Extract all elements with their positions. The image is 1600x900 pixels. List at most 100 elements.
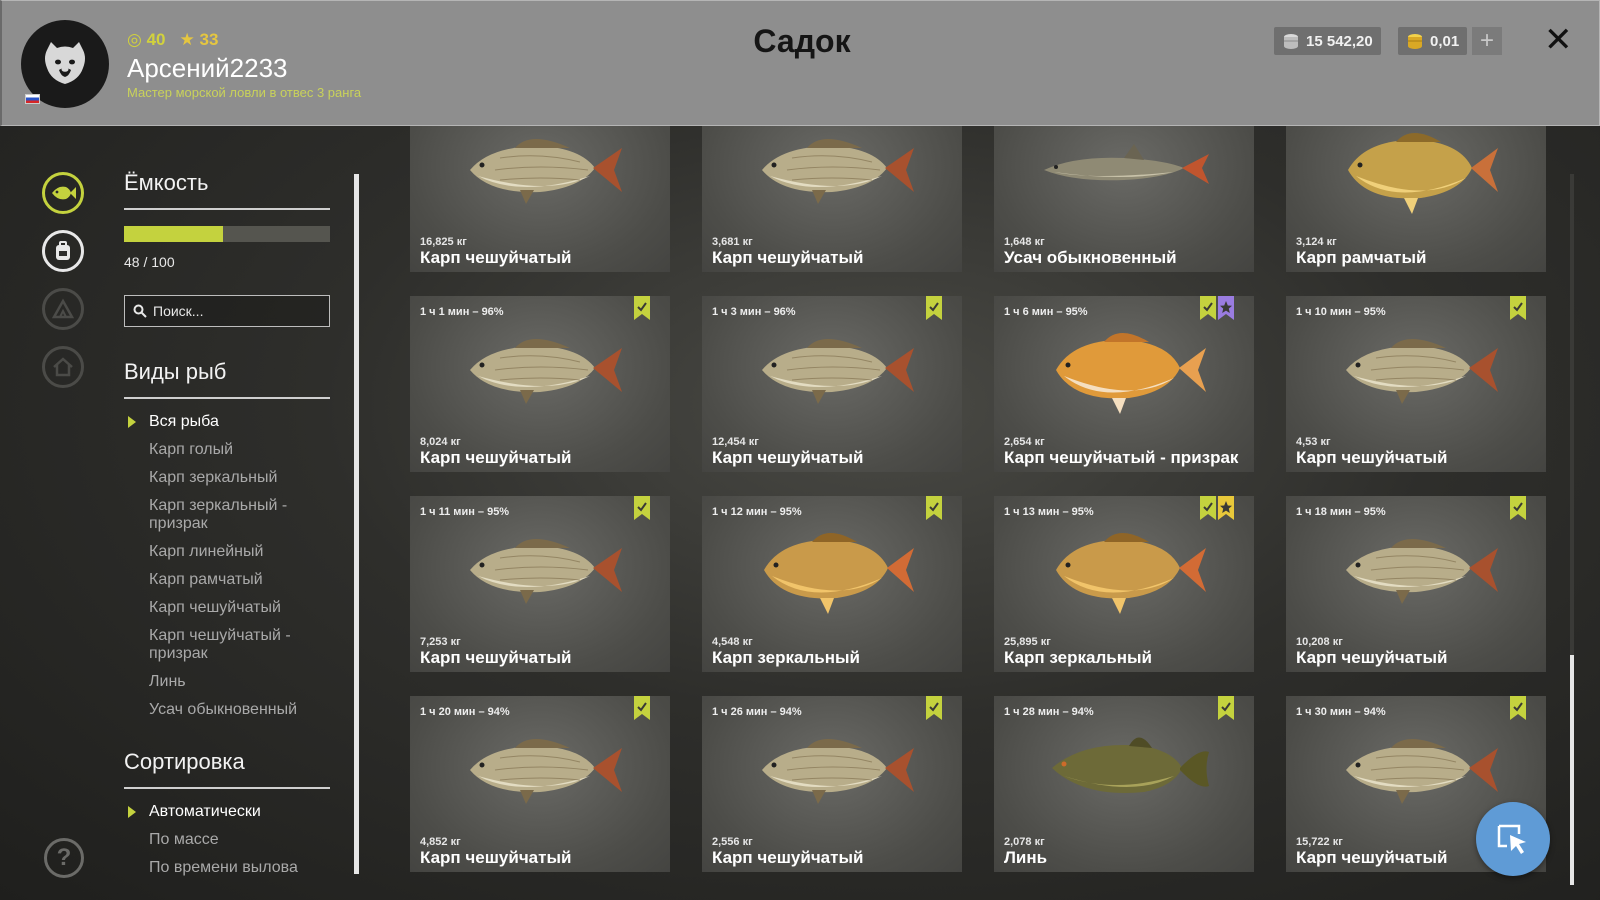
fish-card[interactable]: 3,124 кг Карп рамчатый xyxy=(1286,126,1546,272)
fish-card[interactable]: 3,681 кг Карп чешуйчатый xyxy=(702,126,962,272)
fish-weight: 12,454 кг xyxy=(712,436,759,448)
cursor-select-icon xyxy=(1497,824,1526,854)
fish-name: Карп чешуйчатый xyxy=(1296,848,1448,867)
species-item-label: Карп рамчатый xyxy=(149,571,263,588)
fish-name: Карп чешуйчатый xyxy=(712,248,864,267)
fish-card[interactable]: 1 ч 18 мин – 95% 10,208 кг Карп чешуйчаты… xyxy=(1286,496,1546,672)
catch-time: 1 ч 3 мин – 96% xyxy=(712,306,796,318)
species-item[interactable]: Карп зеркальный xyxy=(124,469,314,487)
frame-fish-icon xyxy=(1348,133,1498,214)
ghost-fish-icon xyxy=(1056,333,1206,414)
keepnet-tab[interactable] xyxy=(42,172,84,214)
fish-weight: 8,024 кг xyxy=(420,436,461,448)
fish-card[interactable]: 1 ч 6 мин – 95% 2,654 кг Карп чешуйчатый … xyxy=(994,296,1254,472)
green-bookmark-icon xyxy=(1510,296,1526,320)
fish-card[interactable]: 1 ч 10 мин – 95% 4,53 кг Карп чешуйчатый xyxy=(1286,296,1546,472)
fish-name: Карп рамчатый xyxy=(1296,248,1427,267)
fish-weight: 7,253 кг xyxy=(420,636,461,648)
top-bar: ◎ 40 ★ 33 Арсений2233 Мастер морской лов… xyxy=(0,0,1600,126)
search-placeholder: Поиск... xyxy=(153,303,204,319)
backpack-tab[interactable] xyxy=(42,230,84,272)
gold-coins-icon xyxy=(1408,34,1422,49)
fish-card[interactable]: 1 ч 3 мин – 96% 12,454 кг Карп чешуйчатый xyxy=(702,296,962,472)
house-tab[interactable] xyxy=(42,346,84,388)
fish-weight: 2,078 кг xyxy=(1004,836,1045,848)
fish-weight: 1,648 кг xyxy=(1004,236,1045,248)
scaled-fish-icon xyxy=(470,339,622,404)
green-bookmark-icon xyxy=(926,696,942,720)
green-bookmark-icon xyxy=(926,496,942,520)
species-item[interactable]: Карп чешуйчатый - призрак xyxy=(124,627,314,663)
green-bookmark-icon xyxy=(1510,696,1526,720)
fish-card[interactable]: 16,825 кг Карп чешуйчатый xyxy=(410,126,670,272)
green-bookmark-icon xyxy=(1200,496,1216,520)
species-item-label: Карп зеркальный - призрак xyxy=(149,497,288,532)
species-item[interactable]: Вся рыба xyxy=(124,413,314,431)
scaled-fish-icon xyxy=(470,539,622,604)
fish-name: Карп зеркальный xyxy=(1004,648,1152,667)
grid-scrollbar[interactable] xyxy=(1570,655,1574,885)
camp-tab[interactable] xyxy=(42,288,84,330)
buy-currency-button[interactable]: + xyxy=(1472,27,1502,55)
filter-scrollbar[interactable] xyxy=(354,174,359,874)
catch-time: 1 ч 13 мин – 95% xyxy=(1004,506,1094,518)
fish-card[interactable]: 1 ч 12 мин – 95% 4,548 кг Карп зеркальный xyxy=(702,496,962,672)
purple-bookmark-icon xyxy=(1218,296,1234,320)
fish-weight: 2,654 кг xyxy=(1004,436,1045,448)
species-item-label: Вся рыба xyxy=(149,413,219,430)
country-flag-icon xyxy=(25,94,40,104)
sorting-item[interactable]: Автоматически xyxy=(124,803,330,821)
species-item[interactable]: Карп линейный xyxy=(124,543,314,561)
fish-card[interactable]: 1 ч 28 мин – 94% 2,078 кг Линь xyxy=(994,696,1254,872)
fish-card[interactable]: 1 ч 13 мин – 95% 25,895 кг Карп зеркальны… xyxy=(994,496,1254,672)
fish-weight: 2,556 кг xyxy=(712,836,753,848)
catch-time: 1 ч 11 мин – 95% xyxy=(420,506,510,518)
catch-time: 1 ч 30 мин – 94% xyxy=(1296,706,1386,718)
catch-time: 1 ч 12 мин – 95% xyxy=(712,506,802,518)
capacity-bar xyxy=(124,226,330,242)
fish-name: Карп чешуйчатый xyxy=(712,448,864,467)
fish-weight: 3,681 кг xyxy=(712,236,753,248)
sorting-item[interactable]: По времени вылова xyxy=(124,859,330,877)
species-item-label: Линь xyxy=(149,673,186,690)
species-item[interactable]: Линь xyxy=(124,673,314,691)
house-icon xyxy=(53,357,73,377)
fish-card[interactable]: 1 ч 26 мин – 94% 2,556 кг Карп чешуйчатый xyxy=(702,696,962,872)
silver-amount: 15 542,20 xyxy=(1306,32,1373,50)
species-item[interactable]: Усач обыкновенный xyxy=(124,701,314,719)
scaled-fish-icon xyxy=(1346,539,1498,604)
mirror-fish-icon xyxy=(764,533,914,614)
select-mode-button[interactable] xyxy=(1476,802,1550,876)
scaled-fish-icon xyxy=(762,339,914,404)
fish-weight: 4,852 кг xyxy=(420,836,461,848)
scaled-fish-icon xyxy=(1346,739,1498,804)
fish-weight: 16,825 кг xyxy=(420,236,467,248)
divider xyxy=(124,208,330,210)
fish-card[interactable]: 1 ч 20 мин – 94% 4,852 кг Карп чешуйчатый xyxy=(410,696,670,872)
catch-time: 1 ч 10 мин – 95% xyxy=(1296,306,1386,318)
scaled-fish-icon xyxy=(1346,339,1498,404)
catch-time: 1 ч 20 мин – 94% xyxy=(420,706,510,718)
green-bookmark-icon xyxy=(926,296,942,320)
species-item[interactable]: Карп голый xyxy=(124,441,314,459)
help-button[interactable]: ? xyxy=(44,838,84,878)
sorting-item[interactable]: По массе xyxy=(124,831,330,849)
fish-name: Карп зеркальный xyxy=(712,648,860,667)
mirror-fish-icon xyxy=(1056,533,1206,614)
fish-card[interactable]: 1 ч 1 мин – 96% 8,024 кг Карп чешуйчатый xyxy=(410,296,670,472)
divider xyxy=(124,787,330,789)
species-item-label: Карп голый xyxy=(149,441,234,458)
gold-amount: 0,01 xyxy=(1430,32,1460,50)
species-item[interactable]: Карп рамчатый xyxy=(124,571,314,589)
sorting-item-label: По массе xyxy=(149,831,219,848)
search-input[interactable]: Поиск... xyxy=(124,295,330,327)
species-item[interactable]: Карп зеркальный - призрак xyxy=(124,497,314,533)
scaled-fish-icon xyxy=(762,739,914,804)
fish-name: Карп чешуйчатый xyxy=(1296,448,1448,467)
species-item[interactable]: Карп чешуйчатый xyxy=(124,599,314,617)
close-button[interactable]: ✕ xyxy=(1544,23,1573,57)
fish-card[interactable]: 1,648 кг Усач обыкновенный xyxy=(994,126,1254,272)
species-item-label: Карп чешуйчатый xyxy=(149,599,281,616)
fish-card[interactable]: 1 ч 11 мин – 95% 7,253 кг Карп чешуйчатый xyxy=(410,496,670,672)
yellow-bookmark-icon xyxy=(1218,496,1234,520)
